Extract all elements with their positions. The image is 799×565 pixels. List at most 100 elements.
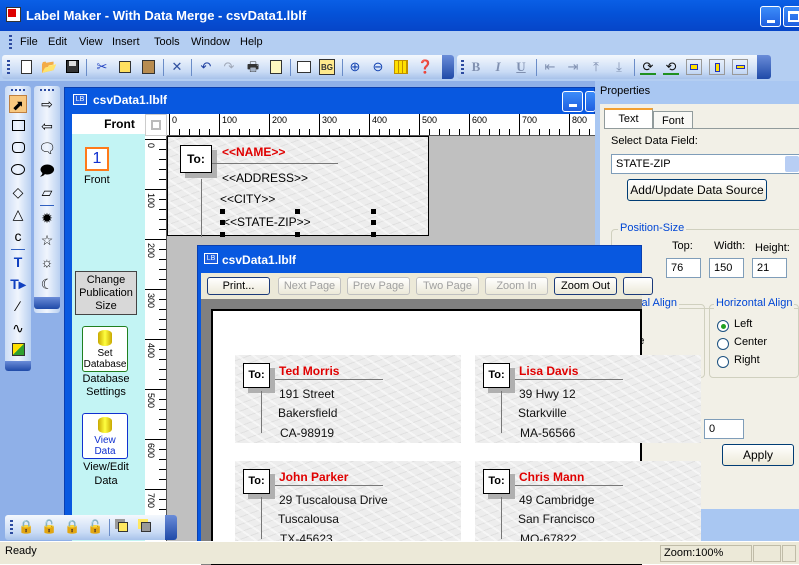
save-icon[interactable] xyxy=(64,59,80,75)
height-input[interactable]: 21 xyxy=(752,258,787,278)
statezip-field[interactable]: <<STATE-ZIP>> xyxy=(223,215,311,229)
toolbar-overflow-button[interactable] xyxy=(34,297,60,309)
page-thumbnail[interactable]: 1 xyxy=(85,147,109,171)
ruler-corner[interactable] xyxy=(145,114,167,136)
speech-bubble-icon[interactable]: 🗨 xyxy=(38,139,56,157)
pie-icon[interactable]: ϲ xyxy=(9,227,27,245)
label-design[interactable]: To: <<NAME>> <<ADDRESS>> <<CITY>> <<STAT… xyxy=(167,136,429,237)
toolbar-grip[interactable] xyxy=(10,520,13,534)
toolbar-grip[interactable] xyxy=(7,60,10,74)
bold-icon[interactable]: B xyxy=(468,59,484,75)
to-box[interactable]: To: xyxy=(180,145,212,173)
copy-icon[interactable] xyxy=(117,59,133,75)
menu-view[interactable]: View xyxy=(79,36,103,48)
selection-handle[interactable] xyxy=(220,209,225,214)
print-button[interactable]: Print... xyxy=(207,277,270,295)
bring-front-icon[interactable] xyxy=(115,519,131,535)
triangle-icon[interactable]: △ xyxy=(9,205,27,223)
paste-icon[interactable] xyxy=(140,59,156,75)
name-field[interactable]: <<NAME>> xyxy=(222,145,285,159)
horizontal-center-radio[interactable] xyxy=(717,338,729,350)
apply-button[interactable]: Apply xyxy=(722,444,794,466)
delete-icon[interactable]: ✕ xyxy=(169,59,185,75)
rotation-input[interactable]: 0 xyxy=(704,419,744,439)
new-icon[interactable] xyxy=(18,59,34,75)
italic-icon[interactable]: I xyxy=(490,59,506,75)
lock-icon[interactable]: 🔒 xyxy=(18,519,34,535)
explosion-icon[interactable]: ✹ xyxy=(38,209,56,227)
redo-icon[interactable]: ↷ xyxy=(221,59,237,75)
rectangle-icon[interactable] xyxy=(9,117,27,135)
chevron-down-icon[interactable] xyxy=(785,156,799,172)
align-right-icon[interactable]: ⇥ xyxy=(565,59,581,75)
menu-file[interactable]: File xyxy=(20,36,38,48)
toolbar-grip[interactable] xyxy=(40,89,54,91)
background-icon[interactable]: BG xyxy=(319,59,335,75)
underline-icon[interactable]: U xyxy=(513,59,529,75)
properties-icon[interactable] xyxy=(296,59,312,75)
center-horizontal-icon[interactable] xyxy=(709,59,725,75)
set-database-button[interactable]: Set Database xyxy=(82,326,128,372)
selection-handle[interactable] xyxy=(371,232,376,237)
data-field-select[interactable]: STATE-ZIP xyxy=(611,154,799,174)
toolbar-overflow-button[interactable] xyxy=(757,55,771,79)
pointer-icon[interactable]: ⬈ xyxy=(9,95,27,113)
align-left-icon[interactable]: ⇤ xyxy=(542,59,558,75)
horizontal-left-radio[interactable] xyxy=(717,320,729,332)
address-field[interactable]: <<ADDRESS>> xyxy=(222,171,308,185)
image-icon[interactable] xyxy=(9,341,27,359)
toolbar-grip[interactable] xyxy=(461,60,464,74)
maximize-button[interactable] xyxy=(783,6,799,27)
menu-grip[interactable] xyxy=(9,35,12,49)
selection-handle[interactable] xyxy=(295,232,300,237)
menu-window[interactable]: Window xyxy=(191,36,230,48)
change-publication-size-button[interactable]: Change Publication Size xyxy=(75,271,137,315)
selection-handle[interactable] xyxy=(220,232,225,237)
doc-minimize-button[interactable] xyxy=(562,91,583,112)
add-update-data-source-button[interactable]: Add/Update Data Source xyxy=(627,179,767,201)
selection-handle[interactable] xyxy=(220,220,225,225)
tab-font[interactable]: Font xyxy=(653,111,693,128)
print-icon[interactable]: 🖶 xyxy=(245,59,261,75)
horizontal-right-radio[interactable] xyxy=(717,356,729,368)
toolbar-overflow-button[interactable] xyxy=(165,515,177,540)
toolbar-grip[interactable] xyxy=(11,89,25,91)
unlock-all-icon[interactable]: 🔓 xyxy=(87,519,103,535)
selection-handle[interactable] xyxy=(371,209,376,214)
rotate-right-icon[interactable]: ⟳ xyxy=(640,59,656,75)
print-preview-icon[interactable] xyxy=(268,59,284,75)
next-page-button[interactable]: Next Page xyxy=(278,277,341,295)
selection-handle[interactable] xyxy=(371,220,376,225)
align-top-icon[interactable]: ⤒ xyxy=(588,59,604,75)
lock-all-icon[interactable]: 🔒 xyxy=(64,519,80,535)
toolbar-overflow-button[interactable] xyxy=(5,361,31,371)
help-icon[interactable]: ❓ xyxy=(417,59,433,75)
open-icon[interactable]: 📂 xyxy=(41,59,57,75)
zoom-in-button[interactable]: Zoom In xyxy=(485,277,548,295)
grid-icon[interactable] xyxy=(393,59,409,75)
text-icon[interactable]: T xyxy=(9,253,27,271)
send-back-icon[interactable] xyxy=(138,519,154,535)
view-data-button[interactable]: View Data xyxy=(82,413,128,459)
close-preview-button[interactable] xyxy=(623,277,653,295)
menu-edit[interactable]: Edit xyxy=(48,36,67,48)
prev-page-button[interactable]: Prev Page xyxy=(347,277,410,295)
arrow-right-icon[interactable]: ⇨ xyxy=(38,95,56,113)
callout-icon[interactable]: 🗩 xyxy=(38,161,56,179)
data-text-icon[interactable]: T▸ xyxy=(9,275,27,293)
curve-icon[interactable]: ∿ xyxy=(9,319,27,337)
cut-icon[interactable]: ✂ xyxy=(94,59,110,75)
rotate-left-icon[interactable]: ⟲ xyxy=(663,59,679,75)
tab-text[interactable]: Text xyxy=(604,108,653,128)
minimize-button[interactable] xyxy=(760,6,781,27)
toolbar-overflow-button[interactable] xyxy=(442,55,454,79)
menu-insert[interactable]: Insert xyxy=(112,36,140,48)
width-input[interactable]: 150 xyxy=(709,258,744,278)
top-input[interactable]: 76 xyxy=(666,258,701,278)
sun-icon[interactable]: ☼ xyxy=(38,253,56,271)
zoom-out-button[interactable]: Zoom Out xyxy=(554,277,617,295)
two-page-button[interactable]: Two Page xyxy=(416,277,479,295)
city-field[interactable]: <<CITY>> xyxy=(220,192,275,206)
arrow-left-icon[interactable]: ⇦ xyxy=(38,117,56,135)
center-icon[interactable] xyxy=(686,59,702,75)
